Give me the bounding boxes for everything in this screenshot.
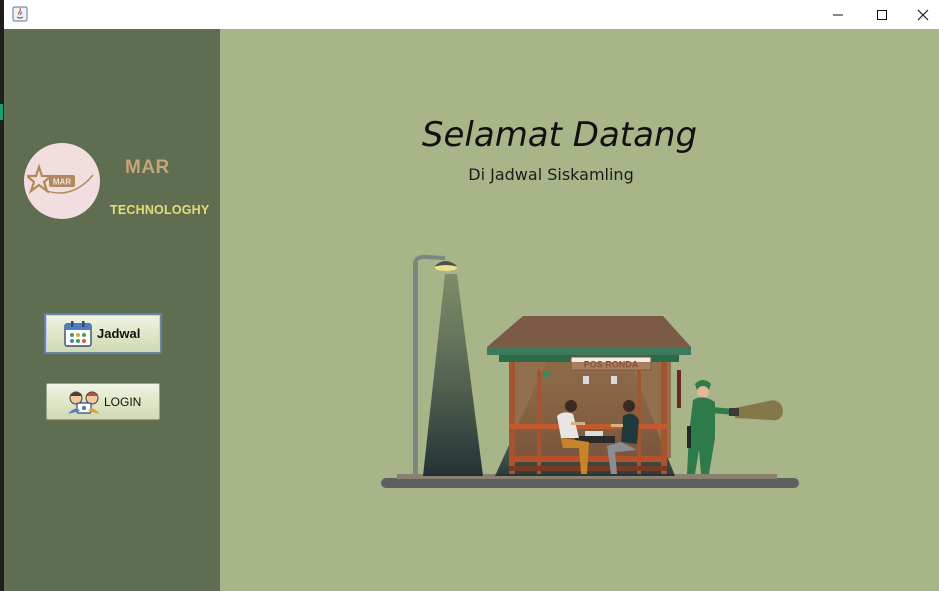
crescent-moon-icon: [649, 233, 680, 262]
ground: [381, 478, 799, 488]
brand-logo: MAR: [24, 143, 100, 219]
login-label: LOGIN: [104, 394, 142, 409]
maximize-button[interactable]: [860, 0, 904, 29]
calendar-icon: [62, 320, 94, 348]
login-button[interactable]: LOGIN: [46, 383, 160, 420]
guard-post-icon: POS RONDA: [487, 316, 691, 474]
welcome-title: Selamat Datang: [421, 115, 698, 155]
taskbar-indicator: [0, 104, 3, 120]
maximize-icon: [877, 9, 887, 20]
security-guard-icon: [687, 380, 736, 474]
pos-ronda-illustration: POS RONDA: [381, 233, 799, 488]
flashlight-icon: [729, 400, 783, 421]
java-app-icon: [12, 6, 28, 22]
svg-text:MAR: MAR: [53, 178, 71, 187]
close-icon: [917, 9, 929, 20]
sidebar: MAR MAR TECHNOLOGHY Jadwal LOGIN: [4, 29, 220, 591]
app-window: MAR MAR TECHNOLOGHY Jadwal LOGIN Selamat…: [0, 0, 939, 591]
welcome-subtitle: Di Jadwal Siskamling: [468, 165, 634, 184]
star-logo-icon: MAR: [27, 163, 94, 194]
minimize-button[interactable]: [816, 0, 860, 29]
close-button[interactable]: [901, 0, 939, 29]
brand-tagline: TECHNOLOGHY: [110, 203, 210, 217]
jadwal-button[interactable]: Jadwal: [44, 313, 162, 354]
users-icon: [65, 388, 103, 416]
jadwal-label: Jadwal: [97, 326, 141, 341]
brand-name: MAR: [125, 157, 170, 178]
title-bar[interactable]: [4, 0, 939, 29]
street-lamp-icon: [413, 254, 483, 476]
main-content: Selamat Datang Di Jadwal Siskamling: [220, 29, 939, 591]
minimize-icon: [833, 14, 843, 15]
